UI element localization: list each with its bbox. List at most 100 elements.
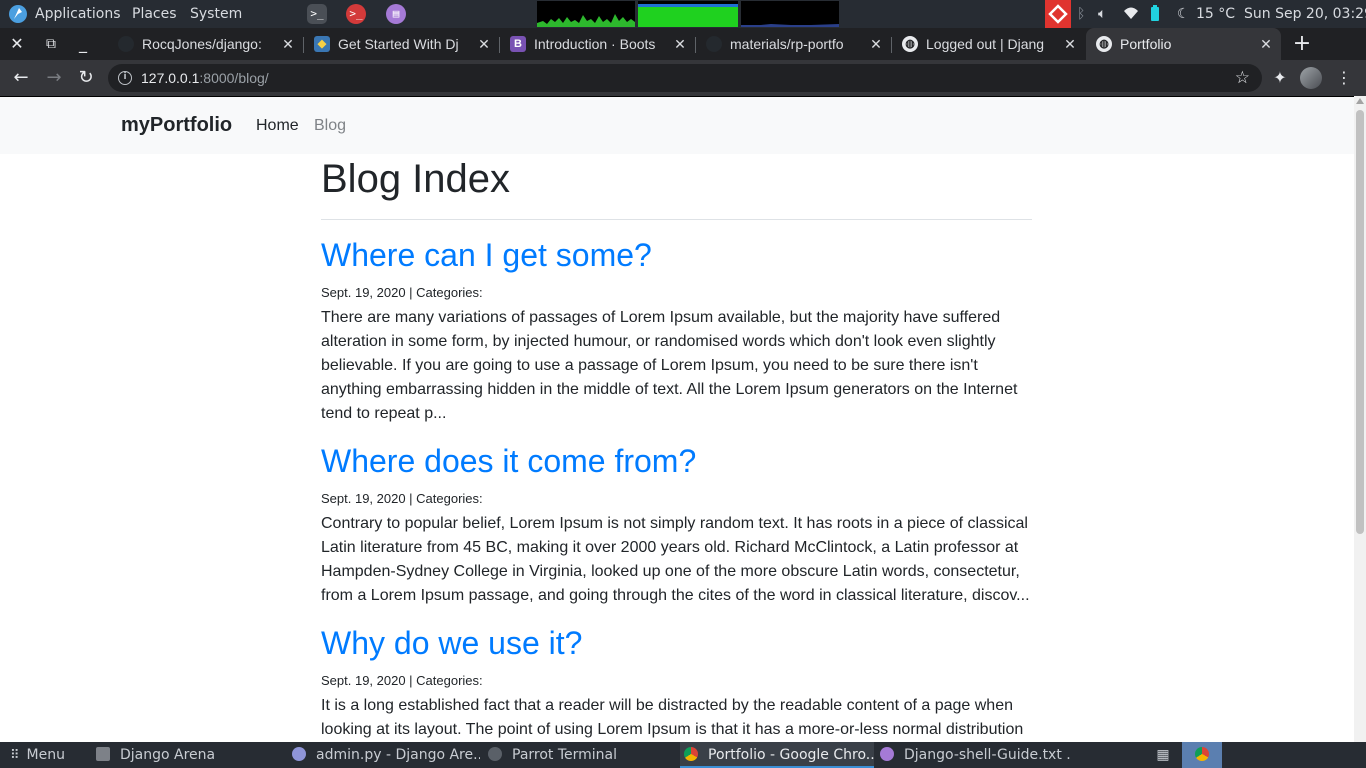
battery-icon[interactable] <box>1150 0 1160 28</box>
cpu-graph <box>537 1 635 27</box>
post-title-link[interactable]: Where does it come from? <box>321 442 1032 480</box>
taskbar-window[interactable]: Django Arena <box>96 742 284 768</box>
taskbar-window-label: Portfolio - Google Chro... <box>708 747 874 763</box>
tab-title: Logged out | Djang <box>926 36 1045 52</box>
code-editor-icon <box>292 747 306 761</box>
folder-icon <box>96 747 110 761</box>
menu-applications[interactable]: Applications <box>35 0 121 28</box>
menu-places[interactable]: Places <box>132 0 177 28</box>
nav-link-blog[interactable]: Blog <box>314 97 346 154</box>
blog-post: Where can I get some? Sept. 19, 2020 | C… <box>321 236 1032 426</box>
taskbar-window-label: Parrot Terminal <box>512 747 618 763</box>
page-viewport: myPortfolio Home Blog Blog Index Where c… <box>0 96 1354 742</box>
taskbar-window[interactable]: admin.py - Django Are... <box>292 742 480 768</box>
terminal-icon <box>488 747 502 761</box>
tab-title: Get Started With Dj <box>338 36 459 52</box>
memory-graph <box>638 1 738 27</box>
browser-menu-icon[interactable]: ⋮ <box>1334 68 1354 88</box>
network-graph <box>741 1 839 27</box>
post-meta: Sept. 19, 2020 | Categories: <box>321 673 483 688</box>
page-scrollbar[interactable] <box>1354 96 1366 742</box>
root-terminal-launcher-icon[interactable]: >_ <box>346 4 366 24</box>
github-icon <box>118 36 134 52</box>
tab-close-icon[interactable]: ✕ <box>279 35 297 53</box>
blog-post: Why do we use it? Sept. 19, 2020 | Categ… <box>321 624 1032 742</box>
back-button[interactable]: ← <box>7 64 35 92</box>
window-restore-icon[interactable]: ⧉ <box>36 28 66 60</box>
anydesk-tray-icon[interactable] <box>1045 0 1071 28</box>
text-editor-launcher-icon[interactable]: ▤ <box>386 4 406 24</box>
volume-icon[interactable]: 🔈︎ <box>1098 0 1106 28</box>
new-tab-button[interactable]: + <box>1288 32 1316 56</box>
system-top-panel: Applications Places System >_ >_ ▤ ᛒ 🔈︎ … <box>0 0 1366 28</box>
post-title-link[interactable]: Where can I get some? <box>321 236 1032 274</box>
weather-temperature[interactable]: 15 °C <box>1196 0 1235 28</box>
python-icon: ◆ <box>314 36 330 52</box>
chrome-icon <box>684 747 698 761</box>
post-title-link[interactable]: Why do we use it? <box>321 624 1032 662</box>
page-title: Blog Index <box>321 157 511 201</box>
post-excerpt: It is a long established fact that a rea… <box>321 697 1024 738</box>
globe-icon: ◍ <box>1096 36 1112 52</box>
site-info-icon[interactable]: i <box>118 71 132 85</box>
browser-tab[interactable]: RocqJones/django: ✕ <box>108 28 303 60</box>
nav-link-home[interactable]: Home <box>256 97 299 154</box>
window-close-icon[interactable]: ✕ <box>2 28 32 60</box>
wifi-icon[interactable] <box>1123 0 1139 28</box>
tab-close-icon[interactable]: ✕ <box>1061 35 1079 53</box>
tab-close-icon[interactable]: ✕ <box>867 35 885 53</box>
forward-button[interactable]: → <box>40 64 68 92</box>
taskbar-window-active[interactable]: Portfolio - Google Chro... <box>680 742 874 768</box>
post-excerpt: Contrary to popular belief, Lorem Ipsum … <box>321 515 1030 604</box>
site-navbar: myPortfolio Home Blog <box>0 97 1354 154</box>
parrot-logo-icon[interactable] <box>8 0 28 28</box>
menu-system[interactable]: System <box>190 0 242 28</box>
profile-avatar[interactable] <box>1300 67 1322 89</box>
tab-title: materials/rp-portfo <box>730 36 844 52</box>
extensions-puzzle-icon[interactable]: ✦ <box>1270 68 1290 88</box>
bluetooth-icon[interactable]: ᛒ <box>1077 0 1085 28</box>
browser-tab[interactable]: B Introduction · Boots ✕ <box>500 28 695 60</box>
github-icon <box>706 36 722 52</box>
browser-tab[interactable]: ◍ Logged out | Djang ✕ <box>892 28 1085 60</box>
url-text[interactable]: 127.0.0.1:8000/blog/ <box>141 64 269 92</box>
taskbar-window[interactable]: Django-shell-Guide.txt ... <box>880 742 1072 768</box>
browser-tab-active[interactable]: ◍ Portfolio ✕ <box>1086 28 1281 60</box>
globe-icon: ◍ <box>902 36 918 52</box>
reload-button[interactable]: ↻ <box>72 64 100 92</box>
site-brand[interactable]: myPortfolio <box>121 97 232 154</box>
clock[interactable]: Sun Sep 20, 03:29 <box>1244 0 1366 28</box>
taskbar-window[interactable]: Parrot Terminal <box>488 742 676 768</box>
scrollbar-thumb[interactable] <box>1356 110 1364 534</box>
app-grid-icon: ⠿ <box>10 748 19 763</box>
menu-label: Menu <box>26 747 65 763</box>
post-excerpt: There are many variations of passages of… <box>321 309 1018 422</box>
browser-tab[interactable]: materials/rp-portfo ✕ <box>696 28 891 60</box>
taskbar-menu-button[interactable]: ⠿ Menu <box>10 742 90 768</box>
tab-title: Introduction · Boots <box>534 36 656 52</box>
taskbar-window-label: Django-shell-Guide.txt ... <box>904 747 1072 763</box>
taskbar-window-label: admin.py - Django Are... <box>316 747 480 763</box>
tab-title: RocqJones/django: <box>142 36 262 52</box>
tab-close-icon[interactable]: ✕ <box>1257 35 1275 53</box>
tab-close-icon[interactable]: ✕ <box>475 35 493 53</box>
window-minimize-icon[interactable]: _ <box>68 28 98 60</box>
browser-tab-strip: ✕ ⧉ _ RocqJones/django: ✕ ◆ Get Started … <box>0 28 1366 60</box>
workspace-switcher-icon[interactable]: ▦ <box>1150 742 1176 768</box>
bootstrap-icon: B <box>510 36 526 52</box>
browser-tab[interactable]: ◆ Get Started With Dj ✕ <box>304 28 499 60</box>
blog-container: Blog Index Where can I get some? Sept. 1… <box>321 154 1032 742</box>
tab-close-icon[interactable]: ✕ <box>671 35 689 53</box>
tab-title: Portfolio <box>1120 36 1172 52</box>
address-bar[interactable]: i 127.0.0.1:8000/blog/ ☆ <box>108 64 1262 92</box>
divider <box>321 219 1032 220</box>
scroll-up-arrow-icon[interactable] <box>1356 98 1364 104</box>
terminal-launcher-icon[interactable]: >_ <box>307 4 327 24</box>
post-meta: Sept. 19, 2020 | Categories: <box>321 491 483 506</box>
weather-moon-icon: ☾ <box>1177 6 1190 22</box>
bookmark-star-icon[interactable]: ☆ <box>1235 64 1250 92</box>
bottom-taskbar: ⠿ Menu Django Arena admin.py - Django Are… <box>0 742 1366 768</box>
workspace-chrome-icon[interactable] <box>1182 742 1222 768</box>
post-meta: Sept. 19, 2020 | Categories: <box>321 285 483 300</box>
text-editor-icon <box>880 747 894 761</box>
